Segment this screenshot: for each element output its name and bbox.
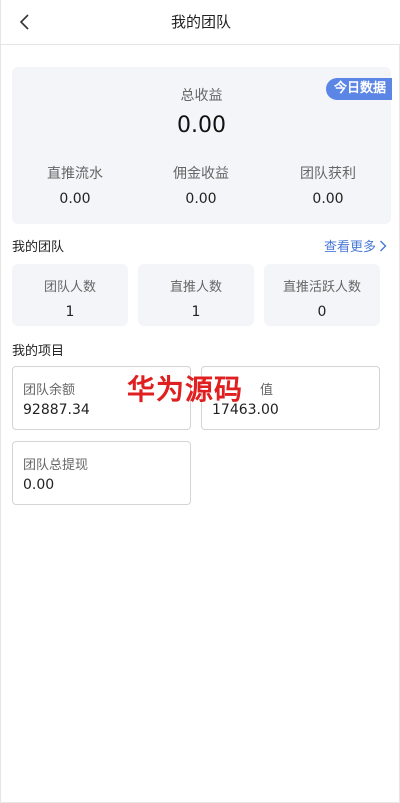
direct-active-count-box: 直推活跃人数 0 bbox=[264, 264, 380, 326]
stat-value: 0.00 bbox=[185, 191, 217, 207]
team-count-box: 团队人数 1 bbox=[12, 264, 128, 326]
team-box-value: 1 bbox=[191, 304, 201, 320]
team-box-label: 直推人数 bbox=[169, 280, 222, 295]
team-box-value: 0 bbox=[317, 304, 327, 320]
stat-commission: 佣金收益 0.00 bbox=[138, 163, 264, 207]
direct-count-box: 直推人数 1 bbox=[138, 264, 254, 326]
chevron-right-icon bbox=[380, 240, 387, 251]
watermark-text: 华为源码 bbox=[127, 373, 244, 406]
total-earnings-label: 总收益 bbox=[180, 88, 223, 104]
projects-section-title: 我的项目 bbox=[12, 344, 65, 359]
stat-label: 直推流水 bbox=[47, 166, 103, 182]
summary-card: 今日数据 总收益 0.00 直推流水 0.00 佣金收益 0.00 团队获利 0… bbox=[12, 67, 392, 224]
page-frame: 我的团队 今日数据 总收益 0.00 直推流水 0.00 佣金收益 0.00 团… bbox=[0, 0, 400, 803]
project-card-label: 团队总提现 bbox=[23, 458, 89, 473]
total-earnings-value: 0.00 bbox=[177, 113, 226, 138]
team-box-value: 1 bbox=[65, 304, 75, 320]
stat-value: 0.00 bbox=[59, 191, 91, 207]
team-withdraw-card[interactable]: 团队总提现 0.00 bbox=[12, 441, 191, 505]
stat-direct-flow: 直推流水 0.00 bbox=[12, 163, 138, 207]
stat-value: 0.00 bbox=[312, 191, 344, 207]
view-more-label: 查看更多 bbox=[323, 240, 376, 255]
stat-label: 佣金收益 bbox=[173, 166, 229, 182]
project-card-label: 值 bbox=[260, 383, 274, 398]
project-card-value: 92887.34 bbox=[23, 402, 90, 418]
project-card-label: 团队余额 bbox=[23, 383, 76, 398]
team-box-label: 团队人数 bbox=[43, 280, 96, 295]
team-box-label: 直推活跃人数 bbox=[282, 280, 361, 295]
top-bar: 我的团队 bbox=[1, 0, 400, 45]
page-title: 我的团队 bbox=[170, 13, 231, 31]
project-card-value: 0.00 bbox=[23, 477, 55, 493]
stat-team-profit: 团队获利 0.00 bbox=[265, 163, 391, 207]
view-more-link[interactable]: 查看更多 bbox=[324, 236, 387, 255]
team-section-title: 我的团队 bbox=[12, 240, 65, 255]
stat-label: 团队获利 bbox=[300, 166, 356, 182]
